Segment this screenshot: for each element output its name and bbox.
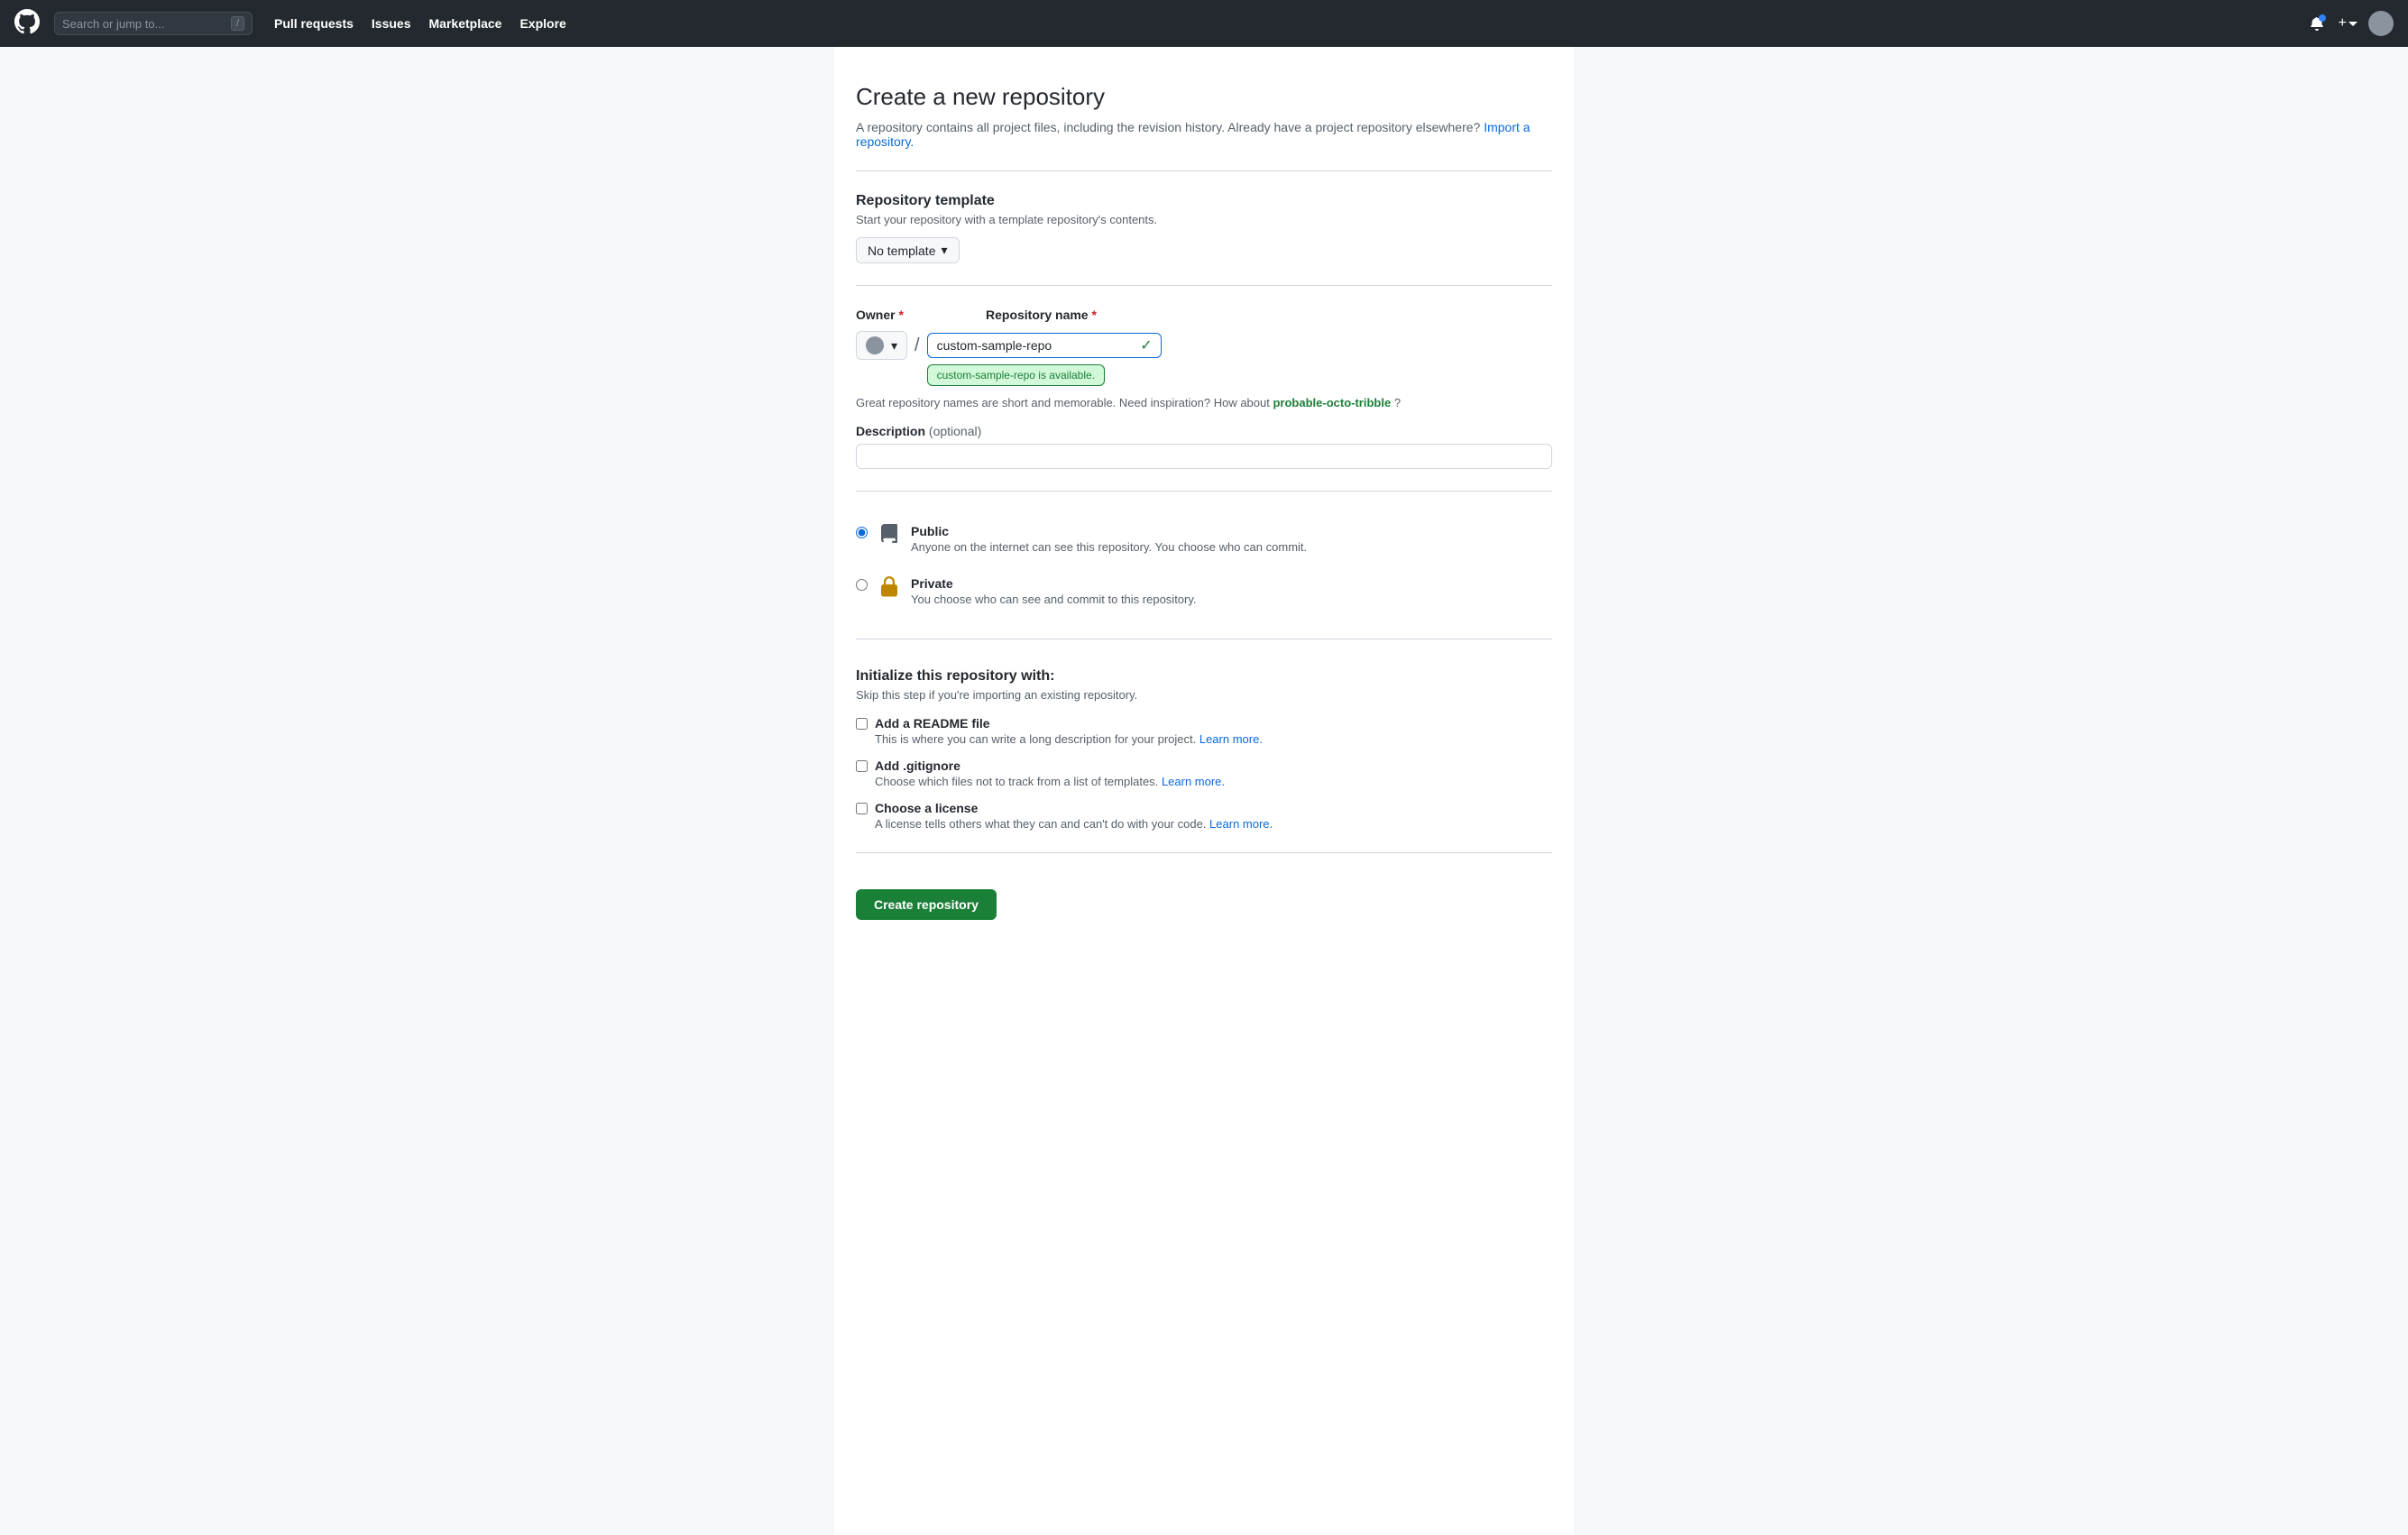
- chevron-down-icon: ▾: [941, 243, 947, 258]
- repo-suggestion-link[interactable]: probable-octo-tribble: [1273, 396, 1391, 409]
- init-desc: Skip this step if you're importing an ex…: [856, 688, 1552, 702]
- private-repo-icon: [878, 576, 900, 607]
- divider-2: [856, 285, 1552, 286]
- license-desc: A license tells others what they can and…: [875, 817, 1273, 831]
- nav-actions: +: [2306, 11, 2394, 36]
- template-section-title: Repository template: [856, 193, 1552, 209]
- search-bar[interactable]: /: [54, 12, 253, 35]
- private-option: Private You choose who can see and commi…: [856, 565, 1552, 618]
- notification-dot: [2319, 14, 2326, 22]
- plus-icon: +: [2339, 15, 2347, 32]
- nav-pull-requests[interactable]: Pull requests: [267, 11, 361, 36]
- license-label: Choose a license: [875, 801, 1273, 815]
- description-input[interactable]: [856, 444, 1552, 469]
- owner-dropdown[interactable]: ▾: [856, 331, 907, 360]
- readme-checkbox[interactable]: [856, 718, 868, 730]
- repo-name-input[interactable]: [927, 333, 1162, 358]
- public-radio[interactable]: [856, 527, 868, 538]
- nav-issues[interactable]: Issues: [364, 11, 418, 36]
- owner-required-star: *: [898, 308, 903, 322]
- readme-item: Add a README file This is where you can …: [856, 716, 1552, 746]
- gitignore-label: Add .gitignore: [875, 758, 1225, 773]
- availability-text: Great repository names are short and mem…: [856, 396, 1552, 409]
- repo-required-star: *: [1091, 308, 1096, 322]
- description-label: Description (optional): [856, 424, 1552, 438]
- template-dropdown-label: No template: [868, 244, 935, 258]
- public-visibility-text: Public Anyone on the internet can see th…: [911, 524, 1307, 554]
- new-menu-button[interactable]: +: [2339, 15, 2357, 32]
- repo-name-wrapper: ✓ custom-sample-repo is available.: [927, 333, 1162, 358]
- divider-1: [856, 170, 1552, 171]
- visibility-section: Public Anyone on the internet can see th…: [856, 513, 1552, 617]
- kbd-slash: /: [231, 16, 244, 31]
- gitignore-text: Add .gitignore Choose which files not to…: [875, 758, 1225, 788]
- owner-repo-section: Owner * Repository name * ▾ /: [856, 308, 1552, 409]
- public-repo-icon: [878, 524, 900, 555]
- readme-learn-more-link[interactable]: Learn more.: [1199, 732, 1263, 746]
- divider-5: [856, 852, 1552, 853]
- navbar: / Pull requests Issues Marketplace Explo…: [0, 0, 2408, 47]
- owner-repo-row: ▾ / ✓ custom-sample-repo is available.: [856, 331, 1552, 360]
- template-section: Repository template Start your repositor…: [856, 193, 1552, 263]
- checkmark-icon: ✓: [1140, 336, 1152, 354]
- license-learn-more-link[interactable]: Learn more.: [1209, 817, 1273, 831]
- initialize-section: Initialize this repository with: Skip th…: [856, 661, 1552, 831]
- availability-tooltip: custom-sample-repo is available.: [927, 361, 1105, 386]
- gitignore-learn-more-link[interactable]: Learn more.: [1162, 775, 1225, 788]
- page-title: Create a new repository: [856, 83, 1552, 111]
- user-avatar[interactable]: [2368, 11, 2394, 36]
- owner-avatar: [866, 336, 884, 354]
- license-item: Choose a license A license tells others …: [856, 801, 1552, 831]
- template-section-desc: Start your repository with a template re…: [856, 213, 1552, 226]
- readme-desc: This is where you can write a long descr…: [875, 732, 1263, 746]
- gitignore-checkbox[interactable]: [856, 760, 868, 772]
- license-checkbox[interactable]: [856, 803, 868, 814]
- gitignore-desc: Choose which files not to track from a l…: [875, 775, 1225, 788]
- page-content: Create a new repository A repository con…: [834, 47, 1574, 1535]
- description-section: Description (optional): [856, 424, 1552, 469]
- nav-explore[interactable]: Explore: [512, 11, 573, 36]
- owner-chevron-icon: ▾: [891, 338, 897, 354]
- search-input[interactable]: [62, 17, 224, 31]
- owner-label: Owner *: [856, 308, 964, 322]
- slash-divider: /: [914, 335, 920, 356]
- optional-label: (optional): [929, 424, 981, 438]
- page-subtitle: A repository contains all project files,…: [856, 120, 1552, 149]
- github-logo-icon[interactable]: [14, 9, 40, 38]
- divider-3: [856, 491, 1552, 492]
- tooltip-text: custom-sample-repo is available.: [927, 364, 1105, 386]
- private-visibility-text: Private You choose who can see and commi…: [911, 576, 1197, 606]
- nav-links: Pull requests Issues Marketplace Explore: [267, 11, 2292, 36]
- repo-name-label: Repository name *: [986, 308, 1097, 322]
- readme-label: Add a README file: [875, 716, 1263, 731]
- public-option: Public Anyone on the internet can see th…: [856, 513, 1552, 565]
- nav-marketplace[interactable]: Marketplace: [422, 11, 510, 36]
- private-radio[interactable]: [856, 579, 868, 591]
- create-repository-button[interactable]: Create repository: [856, 889, 997, 920]
- init-title: Initialize this repository with:: [856, 668, 1552, 685]
- license-text: Choose a license A license tells others …: [875, 801, 1273, 831]
- template-dropdown-button[interactable]: No template ▾: [856, 237, 960, 263]
- readme-text: Add a README file This is where you can …: [875, 716, 1263, 746]
- gitignore-item: Add .gitignore Choose which files not to…: [856, 758, 1552, 788]
- owner-repo-labels: Owner * Repository name *: [856, 308, 1552, 327]
- notifications-wrapper[interactable]: [2306, 13, 2328, 34]
